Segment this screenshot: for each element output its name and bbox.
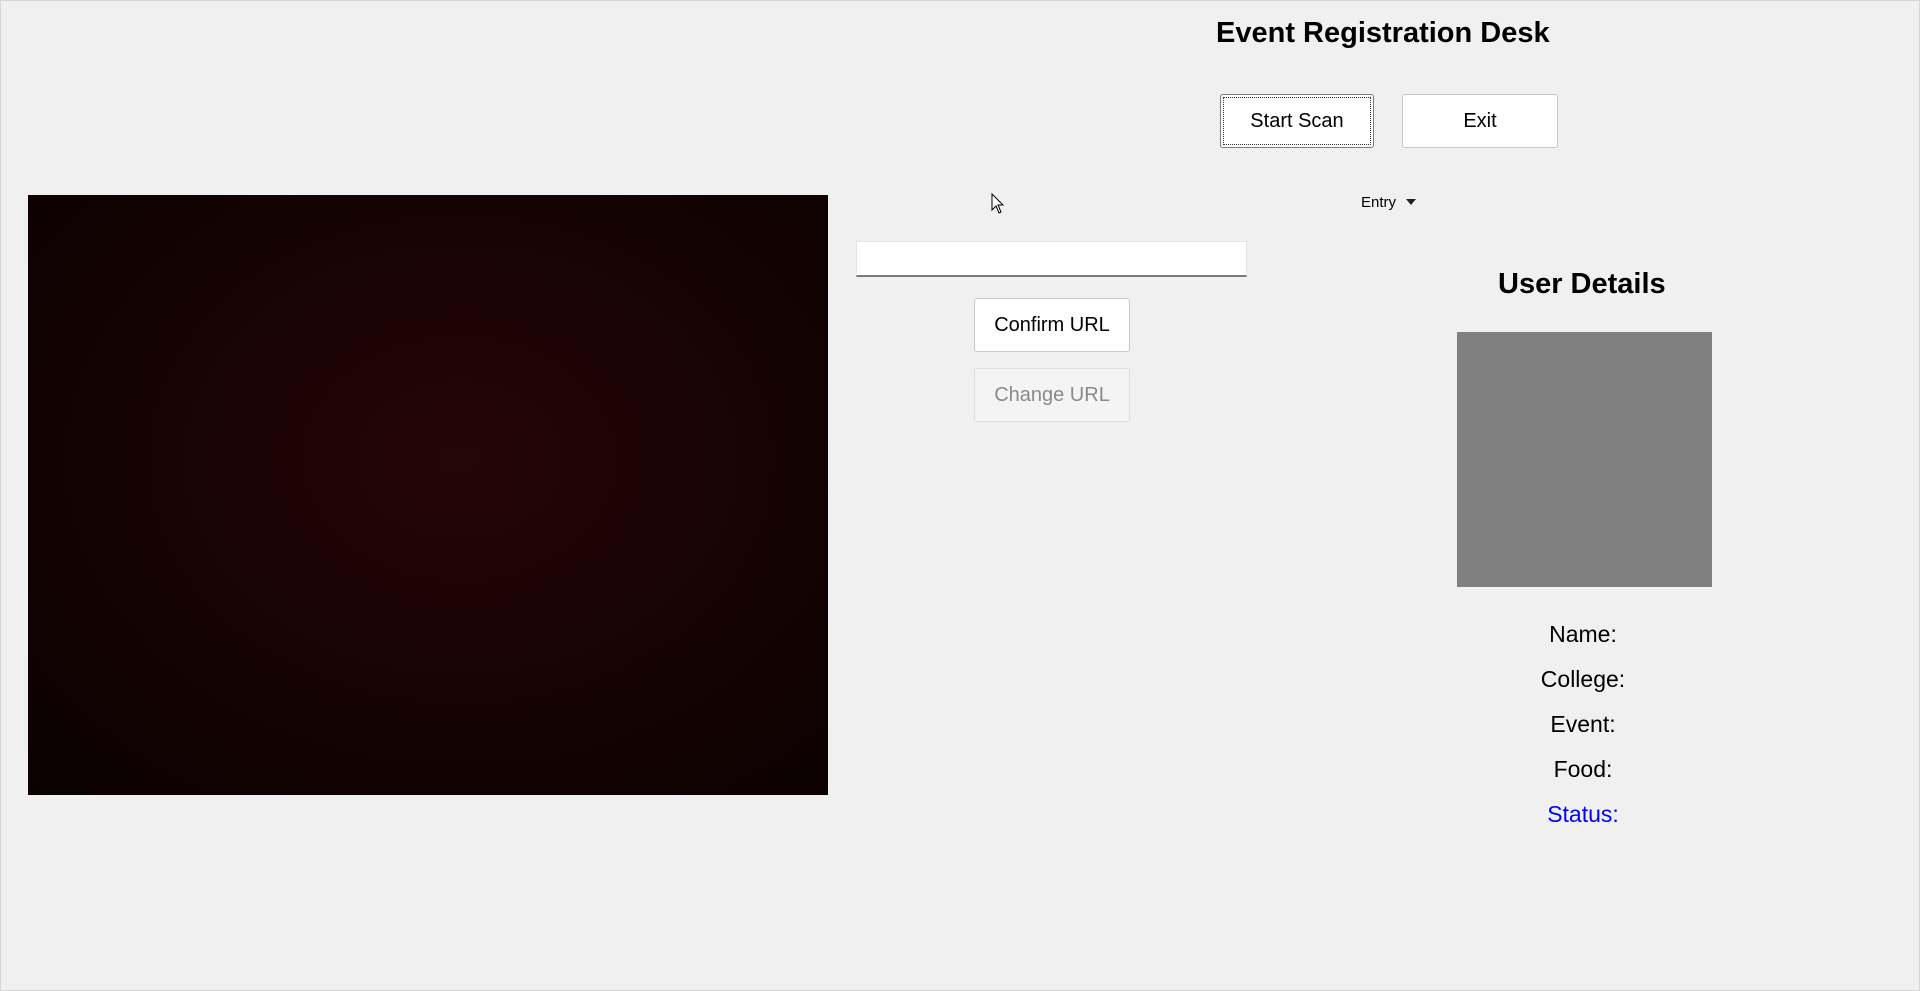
start-scan-button[interactable]: Start Scan	[1220, 94, 1374, 148]
exit-button[interactable]: Exit	[1402, 94, 1558, 148]
user-photo-placeholder	[1457, 332, 1712, 587]
mode-dropdown-value: Entry	[1361, 193, 1397, 211]
name-label: Name:	[1549, 621, 1617, 647]
change-url-label: Change URL	[994, 383, 1110, 406]
event-label: Event:	[1550, 711, 1616, 737]
exit-label: Exit	[1463, 109, 1497, 132]
confirm-url-label: Confirm URL	[994, 313, 1110, 336]
mode-dropdown[interactable]: Entry	[1351, 189, 1426, 215]
camera-feed	[28, 195, 828, 795]
food-label: Food:	[1553, 756, 1613, 782]
status-label: Status:	[1547, 801, 1619, 827]
change-url-button[interactable]: Change URL	[974, 368, 1130, 422]
app-window: Event Registration Desk Start Scan Exit …	[0, 0, 1920, 991]
mouse-pointer-icon	[991, 193, 1005, 214]
user-details-title: User Details	[1498, 268, 1666, 300]
start-scan-label: Start Scan	[1250, 109, 1344, 132]
college-label: College:	[1540, 666, 1626, 692]
caret-down-icon	[1406, 199, 1417, 205]
url-input[interactable]	[856, 241, 1247, 277]
confirm-url-button[interactable]: Confirm URL	[974, 298, 1130, 352]
app-title: Event Registration Desk	[1216, 17, 1550, 49]
